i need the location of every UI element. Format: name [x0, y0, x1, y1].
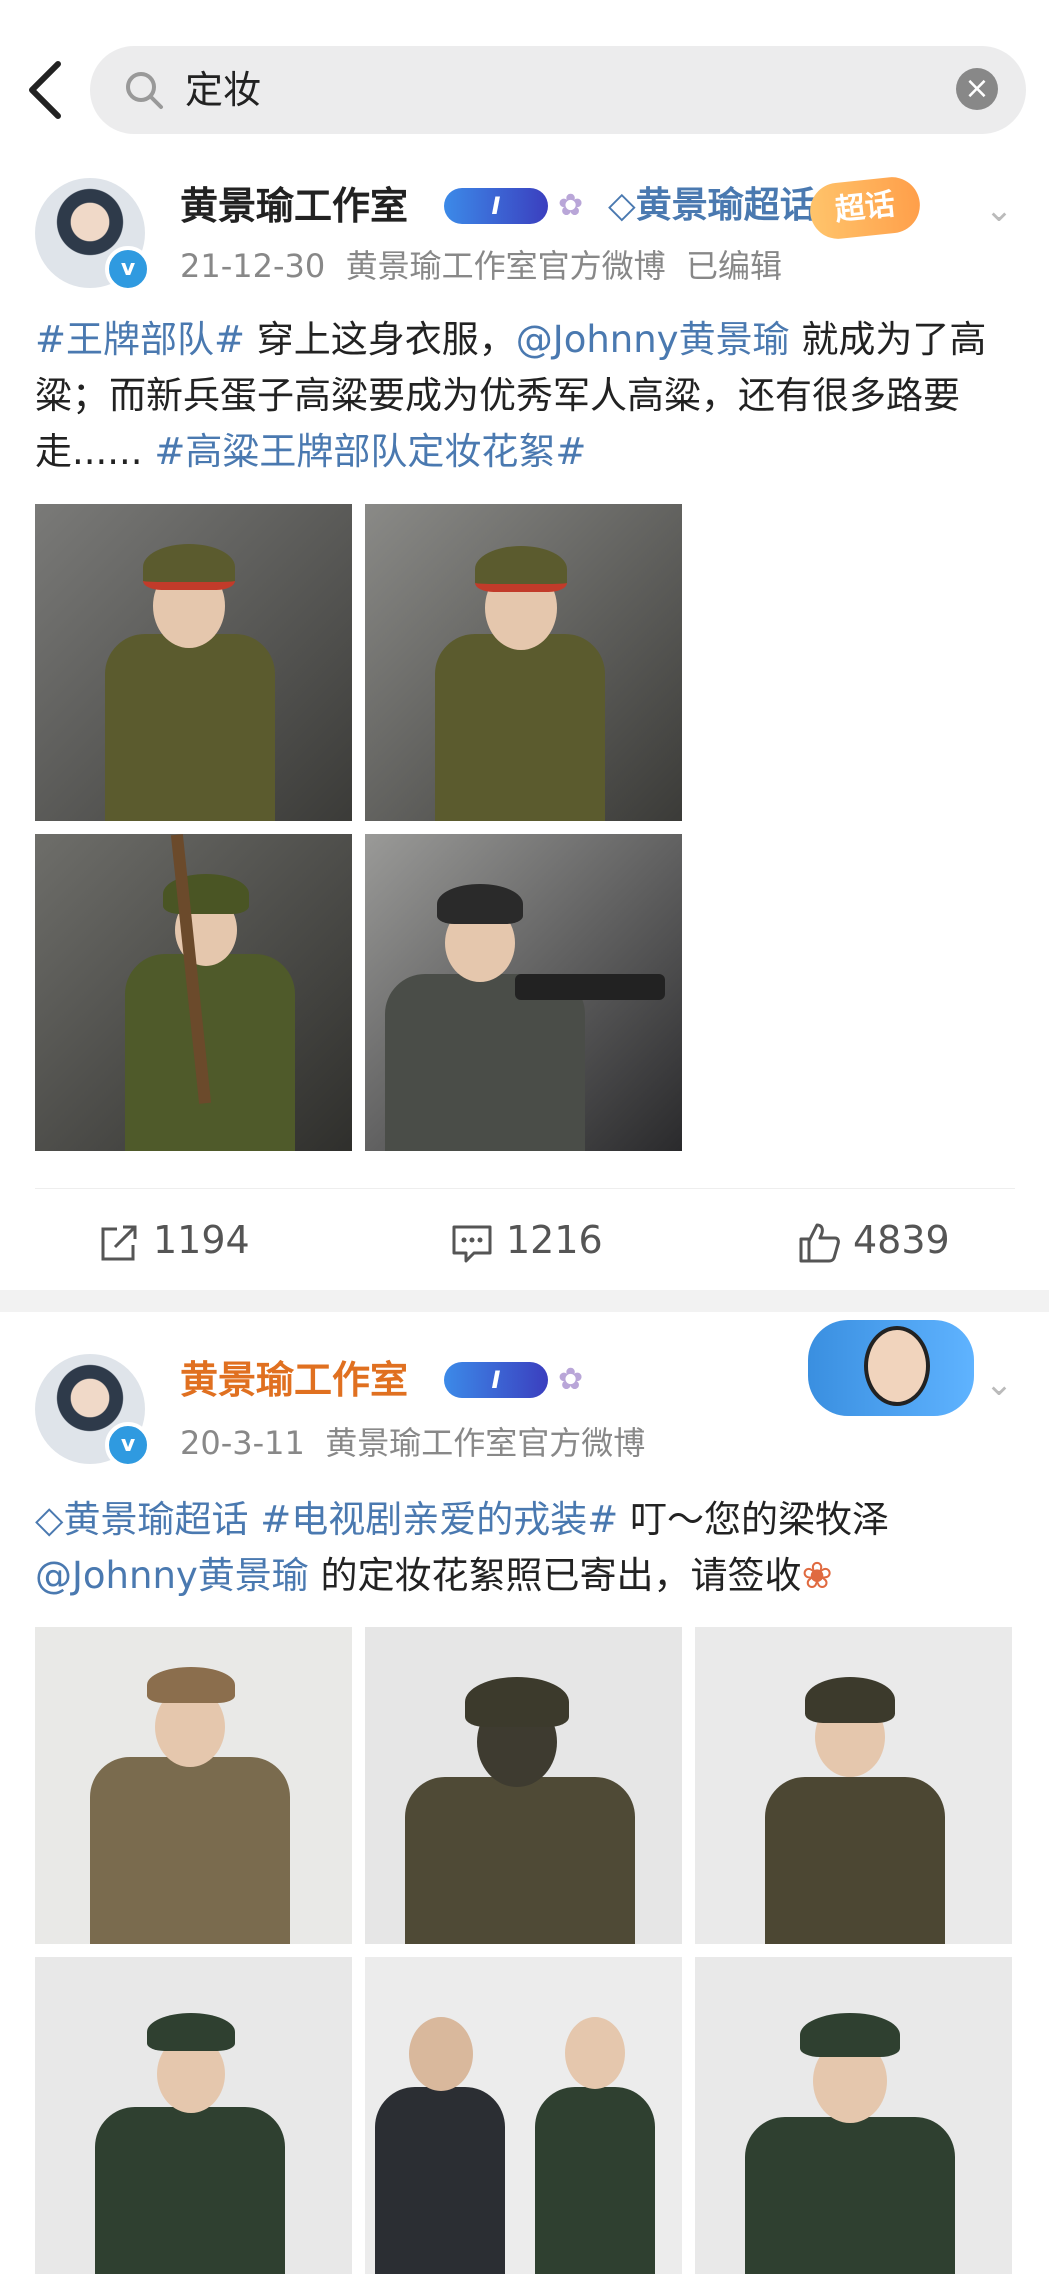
supertopic-link[interactable]: ◇黄景瑜超话 [35, 1498, 248, 1541]
supertopic-link[interactable]: ◇黄景瑜超话 [608, 182, 816, 230]
verified-icon: v [105, 246, 151, 292]
search-input[interactable]: 定妆 × [90, 46, 1026, 134]
post-image[interactable] [365, 504, 682, 821]
thumbs-up-icon [799, 1223, 840, 1262]
chevron-down-icon[interactable]: ⌄ [979, 190, 1019, 230]
post-content: ◇黄景瑜超话 #电视剧亲爱的戎装# 叮～您的梁牧泽@Johnny黄景瑜 的定妆花… [35, 1498, 889, 1597]
comment-button[interactable]: 1216 [450, 1215, 603, 1265]
avatar[interactable]: v [35, 178, 151, 292]
post-image[interactable] [35, 1627, 352, 1944]
bird-icon: ✿ [558, 1362, 584, 1397]
mention-link[interactable]: @Johnny黄景瑜 [35, 1554, 309, 1597]
username[interactable]: 黄景瑜工作室 [180, 182, 408, 230]
search-query[interactable]: 定妆 [185, 64, 261, 116]
post-image[interactable] [35, 1957, 352, 2274]
chevron-down-icon[interactable]: ⌄ [979, 1364, 1019, 1404]
vip-badge[interactable]: I [444, 188, 548, 224]
repost-button[interactable]: 1194 [97, 1215, 250, 1265]
back-arrow-icon[interactable] [22, 58, 68, 122]
share-icon [101, 1225, 137, 1260]
vip-badge[interactable]: I [444, 1362, 548, 1398]
post-card: v 黄景瑜工作室 I ✿ ◇黄景瑜超话 超话 ⌄ 21-12-30 黄景瑜工作室… [0, 150, 1049, 1290]
post-image[interactable] [365, 834, 682, 1151]
avatar[interactable]: v [35, 1354, 151, 1468]
diamond-icon: ◇ [608, 185, 636, 226]
hashtag[interactable]: #王牌部队# [35, 318, 245, 361]
post-content: #王牌部队# 穿上这身衣服，@Johnny黄景瑜 就成为了高粱；而新兵蛋子高粱要… [35, 318, 987, 473]
username[interactable]: 黄景瑜工作室 [180, 1356, 408, 1404]
post-image[interactable] [695, 1627, 1012, 1944]
section-divider [0, 1290, 1049, 1312]
post-image[interactable] [35, 504, 352, 821]
hashtag[interactable]: #高粱王牌部队定妆花絮# [143, 430, 586, 473]
supertopic-sticker: 超话 [807, 174, 923, 242]
post-card: v 黄景瑜工作室 I ✿ ⌄ 20-3-11 黄景瑜工作室官方微博 ◇黄景瑜超话… [0, 1312, 1049, 2283]
post-image[interactable] [695, 1957, 1012, 2274]
mention-link[interactable]: @Johnny黄景瑜 [516, 318, 790, 361]
search-header: 定妆 × [0, 0, 1049, 151]
verified-icon: v [105, 1422, 151, 1468]
emoji-icon: ❀ [801, 1554, 833, 1597]
hashtag[interactable]: #电视剧亲爱的戎装# [248, 1498, 618, 1541]
bird-icon: ✿ [558, 188, 584, 223]
search-icon [126, 72, 163, 109]
post-image[interactable] [365, 1627, 682, 1944]
post-meta: 20-3-11 黄景瑜工作室官方微博 [180, 1424, 646, 1462]
post-image[interactable] [365, 1957, 682, 2274]
action-bar: 1194 1216 4839 [35, 1188, 1015, 1289]
post-image[interactable] [35, 834, 352, 1151]
avatar-pendant-sticker [808, 1320, 974, 1416]
clear-icon[interactable]: × [956, 68, 998, 110]
like-button[interactable]: 4839 [797, 1215, 950, 1265]
comment-icon [452, 1225, 492, 1262]
diamond-icon: ◇ [35, 1498, 64, 1541]
post-meta: 21-12-30 黄景瑜工作室官方微博 已编辑 [180, 247, 782, 285]
